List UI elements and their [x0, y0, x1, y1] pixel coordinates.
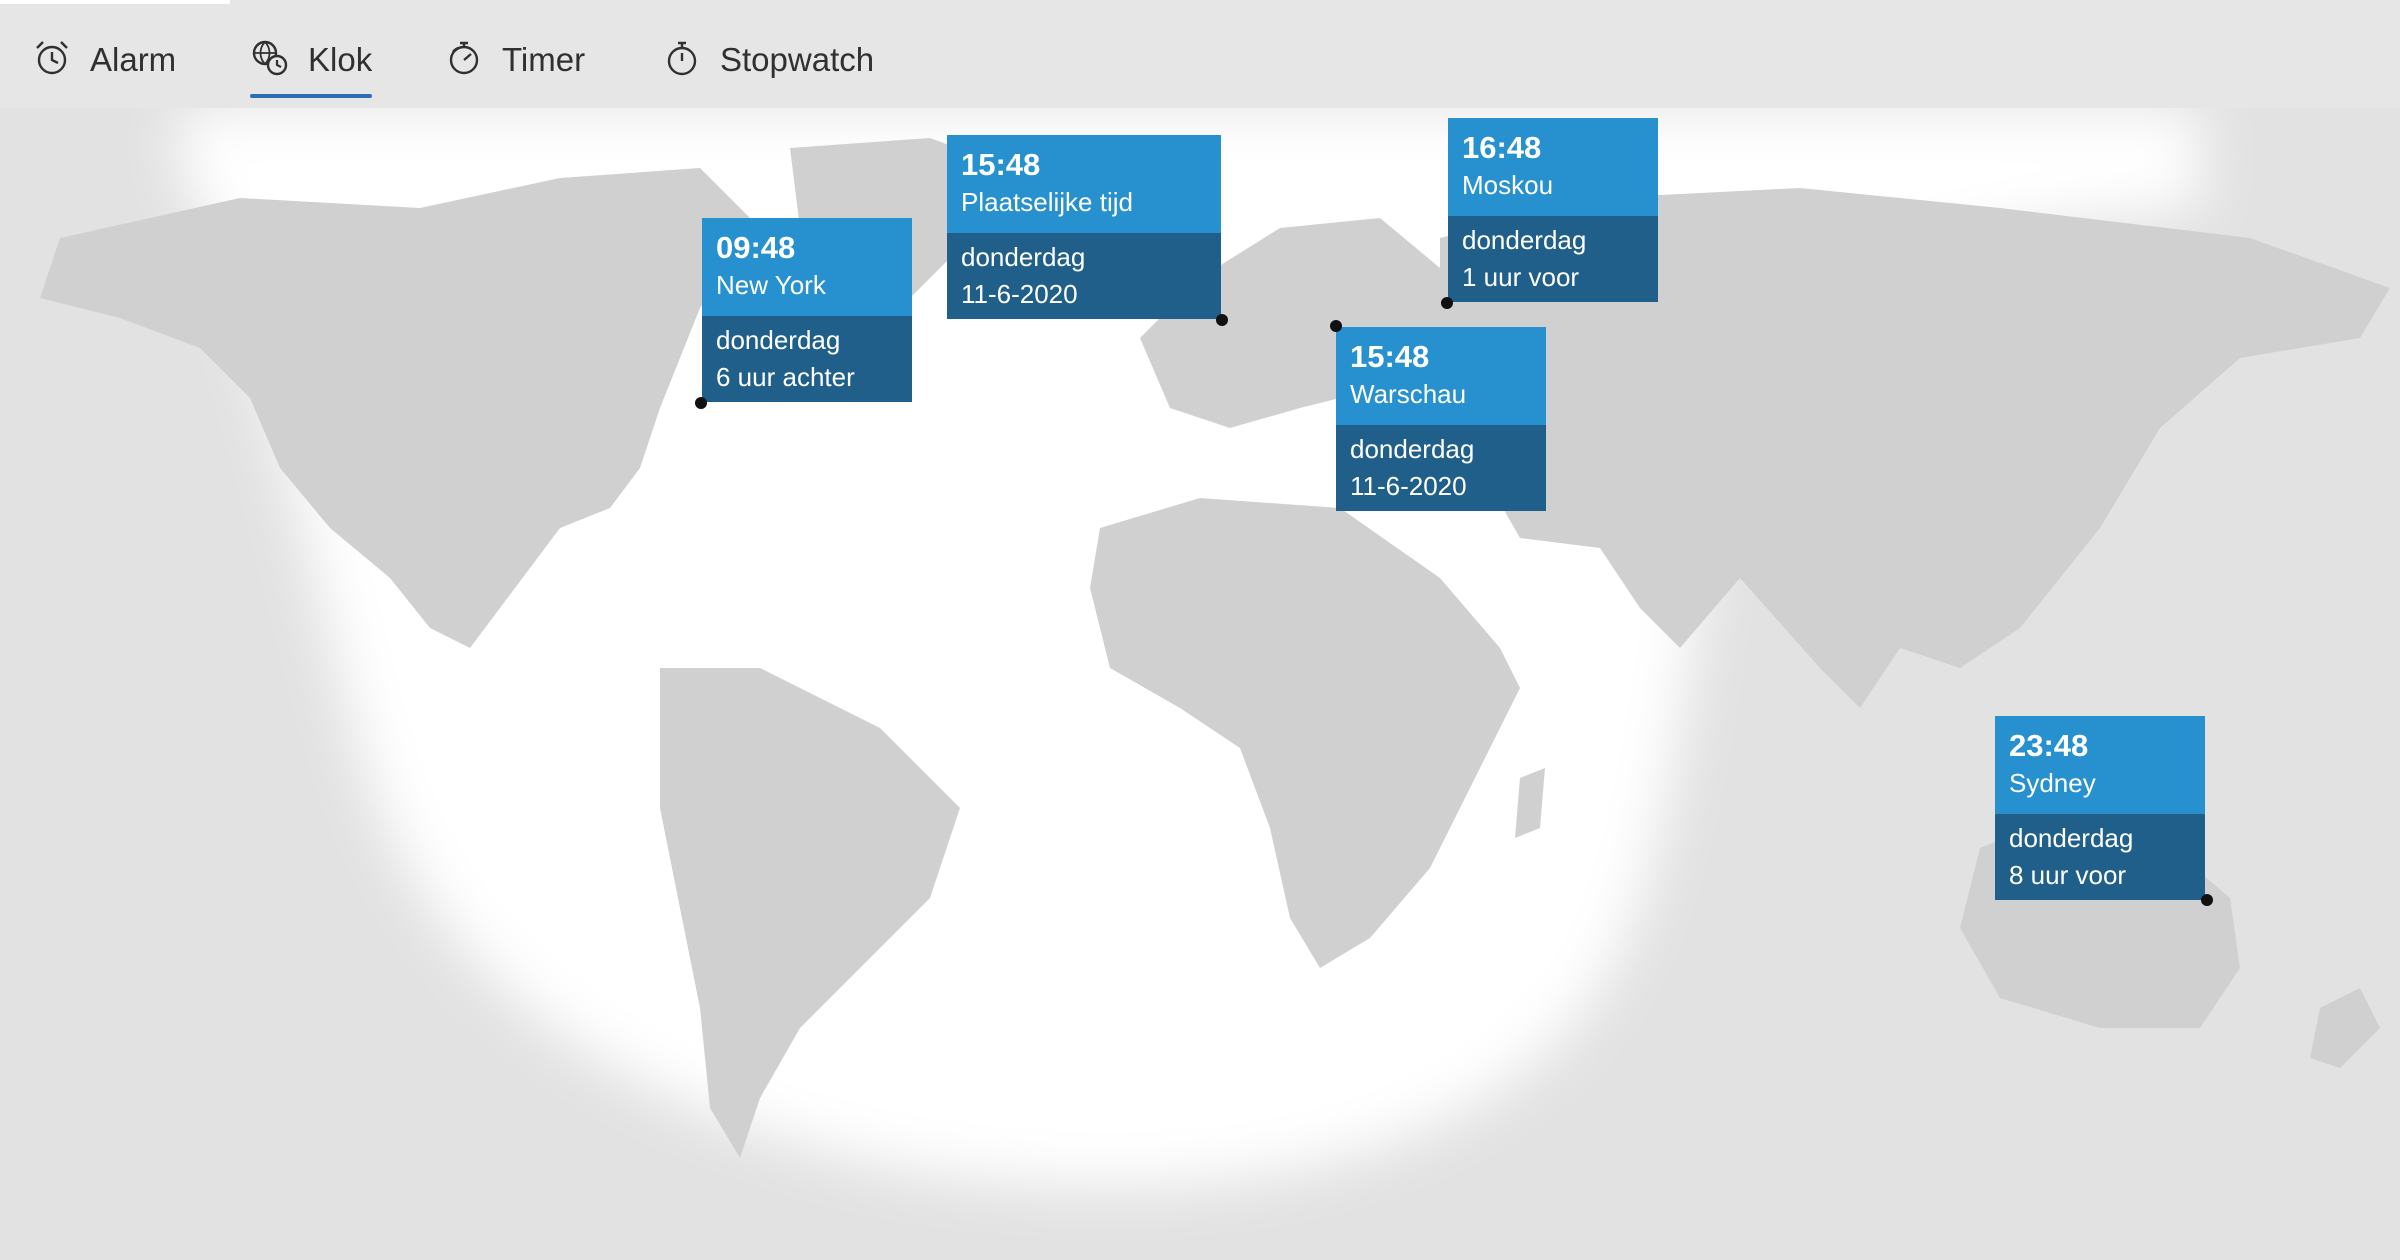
card-header: 15:48 Plaatselijke tijd	[947, 135, 1221, 233]
card-header: 09:48 New York	[702, 218, 912, 316]
clock-time: 23:48	[2009, 728, 2089, 763]
clock-day: donderdag	[961, 242, 1086, 272]
clock-day: donderdag	[2009, 823, 2134, 853]
clock-card-new-york[interactable]: 09:48 New York donderdag 6 uur achter	[702, 218, 912, 402]
clock-date: 11-6-2020	[1350, 471, 1467, 501]
selected-tab-indicator	[250, 94, 373, 98]
location-pin-warschau	[1330, 320, 1342, 332]
tab-timer[interactable]: Timer	[444, 34, 585, 104]
card-details: donderdag 8 uur voor	[1995, 814, 2205, 900]
tab-label: Klok	[308, 41, 373, 78]
tab-label: Alarm	[90, 41, 177, 78]
card-details: donderdag 1 uur voor	[1448, 216, 1658, 302]
tab-alarm[interactable]: Alarm	[32, 34, 176, 104]
clock-offset: 1 uur voor	[1462, 262, 1580, 292]
clock-day: donderdag	[1462, 225, 1587, 255]
clock-city: Sydney	[2009, 768, 2096, 798]
clock-card-moskou[interactable]: 16:48 Moskou donderdag 1 uur voor	[1448, 118, 1658, 302]
tab-klok[interactable]: Klok	[250, 34, 373, 104]
clock-city: Warschau	[1350, 379, 1467, 409]
card-header: 23:48 Sydney	[1995, 716, 2205, 814]
clock-card-sydney[interactable]: 23:48 Sydney donderdag 8 uur voor	[1995, 716, 2205, 900]
alarm-clock-icon	[36, 41, 68, 75]
tab-label: Stopwatch	[720, 41, 875, 78]
clock-time: 15:48	[1350, 339, 1430, 374]
clock-day: donderdag	[1350, 434, 1475, 464]
timer-icon	[449, 41, 479, 75]
world-map: 09:48 New York donderdag 6 uur achter 15…	[0, 108, 2400, 1260]
location-pin-sydney	[2201, 894, 2213, 906]
card-details: donderdag 6 uur achter	[702, 316, 912, 402]
card-header: 16:48 Moskou	[1448, 118, 1658, 216]
card-header: 15:48 Warschau	[1336, 327, 1546, 425]
clock-time: 09:48	[716, 230, 796, 265]
clock-day: donderdag	[716, 325, 841, 355]
clock-card-local-time[interactable]: 15:48 Plaatselijke tijd donderdag 11-6-2…	[947, 135, 1221, 319]
location-pin-moskou	[1441, 297, 1453, 309]
stopwatch-icon	[667, 41, 697, 76]
clock-offset: 6 uur achter	[716, 362, 855, 392]
tab-label: Timer	[502, 41, 586, 78]
title-bar-remnant	[0, 0, 230, 4]
card-details: donderdag 11-6-2020	[947, 233, 1221, 319]
clock-time: 15:48	[961, 147, 1041, 182]
clock-city: Moskou	[1462, 170, 1554, 200]
top-navigation-bar: Alarm Klok Timer Stopwatch	[0, 0, 2400, 108]
clock-time: 16:48	[1462, 130, 1542, 165]
card-details: donderdag 11-6-2020	[1336, 425, 1546, 511]
clock-card-warschau[interactable]: 15:48 Warschau donderdag 11-6-2020	[1336, 327, 1546, 511]
location-pin-new-york	[695, 397, 707, 409]
tab-stopwatch[interactable]: Stopwatch	[662, 34, 874, 104]
clock-city: Plaatselijke tijd	[961, 187, 1133, 217]
clock-date: 11-6-2020	[961, 279, 1078, 309]
location-pin-local	[1216, 314, 1228, 326]
clock-city: New York	[716, 270, 826, 300]
world-clock-icon	[252, 40, 288, 76]
clock-offset: 8 uur voor	[2009, 860, 2127, 890]
